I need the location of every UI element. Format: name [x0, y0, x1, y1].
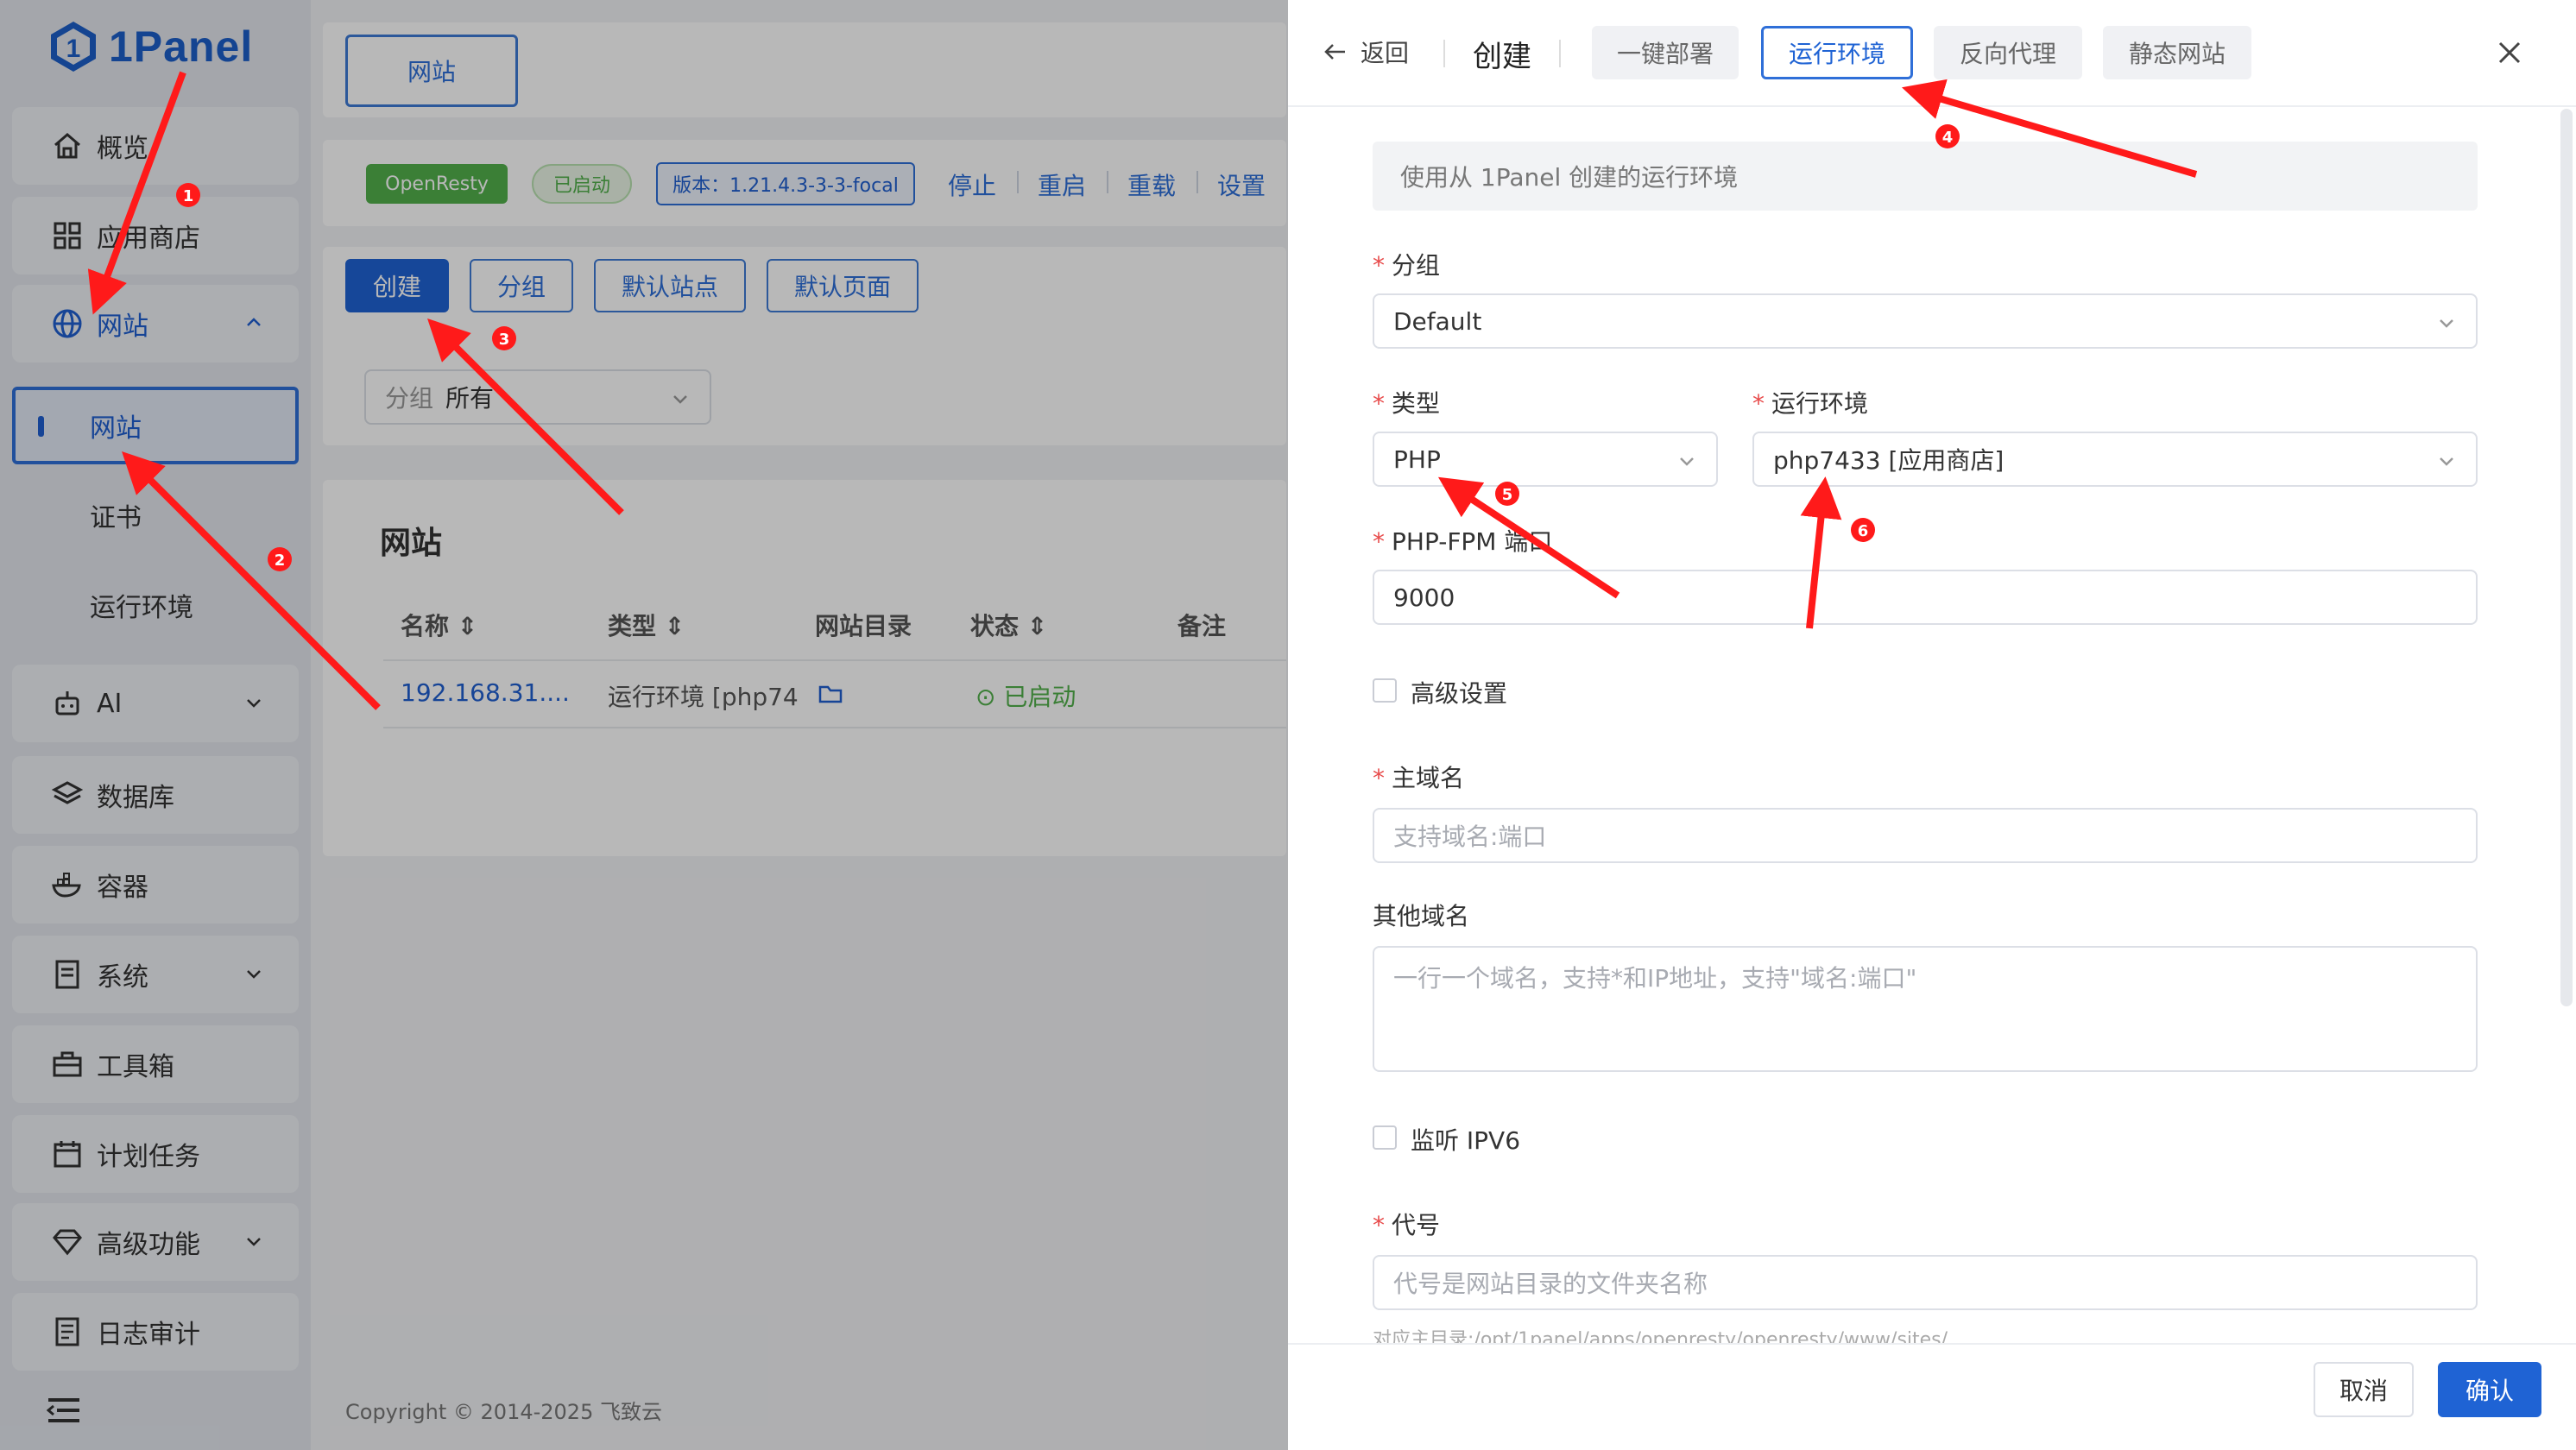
group-select[interactable]: Default [1373, 293, 2478, 349]
drawer-title: 创建 [1473, 40, 1531, 74]
other-domain-label: 其他域名 [1373, 902, 1470, 930]
advanced-settings-checkbox[interactable] [1373, 678, 1397, 703]
ipv6-label: 监听 IPV6 [1411, 1126, 1521, 1155]
create-website-drawer: 返回 创建 一键部署 运行环境 反向代理 静态网站 使用从 1Panel 创建的… [1288, 0, 2576, 1450]
drawer-footer: 取消 确认 [1288, 1343, 2576, 1450]
divider [1559, 40, 1561, 67]
drawer-header: 返回 创建 一键部署 运行环境 反向代理 静态网站 [1288, 0, 2576, 107]
divider [1443, 40, 1445, 67]
primary-domain-label: * 主域名 [1373, 764, 1465, 792]
runtime-select[interactable]: php7433 [应用商店] [1752, 432, 2478, 487]
chevron-down-icon [2440, 319, 2453, 328]
type-select[interactable]: PHP [1373, 432, 1718, 487]
tab-reverse-proxy[interactable]: 反向代理 [1934, 26, 2082, 79]
confirm-button[interactable]: 确认 [2438, 1362, 2541, 1417]
group-label: * 分组 [1373, 251, 1441, 280]
fpm-port-label: * PHP-FPM 端口 [1373, 527, 1553, 556]
chevron-down-icon [1680, 457, 1694, 466]
other-domain-textarea[interactable]: 一行一个域名，支持*和IP地址，支持"域名:端口" [1373, 946, 2478, 1072]
fpm-port-input[interactable]: 9000 [1373, 570, 2478, 625]
modal-overlay[interactable] [0, 0, 1288, 1450]
primary-domain-input[interactable]: 支持域名:端口 [1373, 808, 2478, 863]
alias-hint: 对应主目录:/opt/1panel/apps/openresty/openres… [1373, 1329, 1948, 1343]
info-notice: 使用从 1Panel 创建的运行环境 [1373, 142, 2478, 211]
scrollbar[interactable] [2560, 109, 2573, 1006]
close-icon[interactable] [2497, 40, 2522, 66]
advanced-settings-label: 高级设置 [1411, 679, 1508, 708]
ipv6-checkbox[interactable] [1373, 1125, 1397, 1150]
back-button[interactable]: 返回 [1323, 35, 1409, 69]
cancel-button[interactable]: 取消 [2314, 1362, 2414, 1417]
type-label: * 类型 [1373, 389, 1441, 418]
runtime-label: * 运行环境 [1752, 389, 1869, 418]
chevron-down-icon [2440, 457, 2453, 466]
tab-static-site[interactable]: 静态网站 [2103, 26, 2251, 79]
tab-one-click-deploy[interactable]: 一键部署 [1592, 26, 1739, 79]
alias-input[interactable]: 代号是网站目录的文件夹名称 [1373, 1255, 2478, 1310]
tab-runtime[interactable]: 运行环境 [1761, 26, 1913, 79]
alias-label: * 代号 [1373, 1211, 1441, 1239]
arrow-left-icon [1324, 44, 1345, 60]
